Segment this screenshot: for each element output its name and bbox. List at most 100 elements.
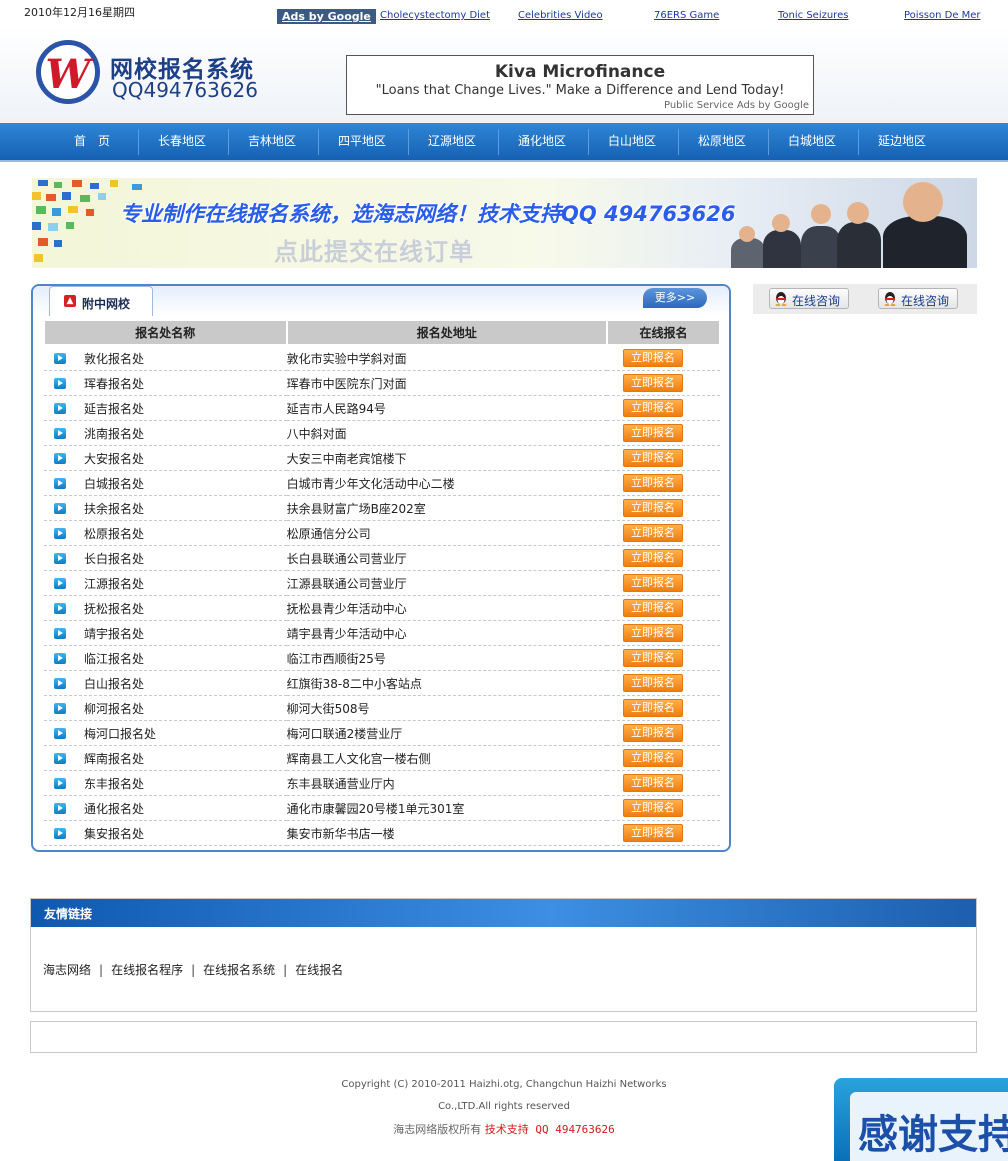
nav-item-songyuan[interactable]: 松原地区 [677,123,767,160]
floating-thanks-ad[interactable]: 感谢支持 [834,1078,1008,1161]
signup-button[interactable]: 立即报名 [622,649,683,667]
online-consult-button[interactable]: 在线咨询 [878,288,958,309]
nav-item-baishan[interactable]: 白山地区 [587,123,677,160]
friendly-links-header: 友情链接 [31,899,976,927]
signup-button[interactable]: 立即报名 [622,824,683,842]
floating-ad-inner: 感谢支持 [850,1092,1008,1161]
site-name: 东丰报名处 [84,776,145,791]
table-body: 敦化报名处 敦化市实验中学斜对面 立即报名 珲春报名处 珲春市中医院东门对面 立即报名 延吉… [44,345,720,846]
online-consult-label: 在线咨询 [792,294,841,308]
signup-button[interactable]: 立即报名 [622,599,683,617]
site-name-cell: 江源报名处 [44,570,287,596]
nav-item-baicheng[interactable]: 白城地区 [767,123,857,160]
signup-button[interactable]: 立即报名 [622,674,683,692]
nav-item-home[interactable]: 首 页 [47,123,137,160]
site-name-cell: 松原报名处 [44,520,287,546]
banner-order-link[interactable]: 点此提交在线订单 [274,232,474,267]
site-name-cell: 梅河口报名处 [44,720,287,746]
table-row: 长白报名处 长白县联通公司营业厅 立即报名 [44,545,720,571]
site-name-cell: 白山报名处 [44,670,287,696]
site-name-cell: 通化报名处 [44,795,287,821]
signup-cell: 立即报名 [606,445,720,471]
site-name-cell: 辉南报名处 [44,745,287,771]
signup-button[interactable]: 立即报名 [622,449,683,467]
friendly-link[interactable]: 海志网络 [43,963,91,977]
signup-cell: 立即报名 [606,695,720,721]
signup-button[interactable]: 立即报名 [622,399,683,417]
signup-button[interactable]: 立即报名 [622,574,683,592]
column-header-name: 报名处名称 [43,319,288,346]
play-arrow-icon [54,452,66,464]
site-address: 辉南县工人文化宫一楼右侧 [286,745,607,771]
ad-link[interactable]: Celebrities Video [518,10,603,21]
ad-link[interactable]: Poisson De Mer [904,10,981,21]
signup-button[interactable]: 立即报名 [622,549,683,567]
site-address: 大安三中南老宾馆楼下 [286,445,607,471]
nav-item-jilin[interactable]: 吉林地区 [227,123,317,160]
site-address: 江源县联通公司营业厅 [286,570,607,596]
play-arrow-icon [54,652,66,664]
tab-affiliated-school[interactable]: ▲ 附中网校 [49,286,153,316]
nav-item-liaoyuan[interactable]: 辽源地区 [407,123,497,160]
promo-banner[interactable]: 专业制作在线报名系统，选海志网络！技术支持QQ 494763626 点此提交在线… [32,178,977,268]
ad-link[interactable]: 76ERS Game [654,10,719,21]
play-arrow-icon [54,552,66,564]
signup-button[interactable]: 立即报名 [622,699,683,717]
signup-button[interactable]: 立即报名 [622,474,683,492]
site-name: 白城报名处 [84,476,145,491]
play-arrow-icon [54,727,66,739]
table-row: 通化报名处 通化市康馨园20号楼1单元301室 立即报名 [44,795,720,821]
signup-cell: 立即报名 [606,345,720,371]
signup-button[interactable]: 立即报名 [622,524,683,542]
nav-item-yanbian[interactable]: 延边地区 [857,123,947,160]
signup-button[interactable]: 立即报名 [622,424,683,442]
logo-icon[interactable]: W [36,40,100,104]
site-address: 珲春市中医院东门对面 [286,370,607,396]
site-name-cell: 洮南报名处 [44,420,287,446]
signup-button[interactable]: 立即报名 [622,749,683,767]
site-name-cell: 延吉报名处 [44,395,287,421]
nav-item-tonghua[interactable]: 通化地区 [497,123,587,160]
table-row: 白山报名处 红旗街38-8二中小客站点 立即报名 [44,670,720,696]
play-arrow-icon [54,827,66,839]
ad-link[interactable]: Cholecystectomy Diet [380,10,490,21]
signup-button[interactable]: 立即报名 [622,499,683,517]
friendly-link[interactable]: 在线报名 [295,963,343,977]
play-arrow-icon [54,402,66,414]
signup-button[interactable]: 立即报名 [622,799,683,817]
empty-content-box [30,1021,977,1053]
site-name: 通化报名处 [84,801,145,816]
signup-button[interactable]: 立即报名 [622,349,683,367]
signup-button[interactable]: 立即报名 [622,624,683,642]
ads-by-google-link[interactable]: Ads by Google [277,9,376,24]
public-service-ads-link[interactable]: Public Service Ads by Google [664,100,809,111]
site-name: 珲春报名处 [84,376,145,391]
more-button[interactable]: 更多>> [643,288,707,308]
site-name-cell: 长白报名处 [44,545,287,571]
play-arrow-icon [54,752,66,764]
ad-link[interactable]: Tonic Seizures [778,10,848,21]
registration-sites-table: 报名处名称 报名处地址 在线报名 敦化报名处 敦化市实验中学斜对面 立即报名 珲春报名… [43,319,722,846]
signup-button[interactable]: 立即报名 [622,724,683,742]
site-name-cell: 白城报名处 [44,470,287,496]
kiva-ad[interactable]: Kiva Microfinance "Loans that Change Liv… [346,55,814,115]
signup-cell: 立即报名 [606,595,720,621]
signup-cell: 立即报名 [606,745,720,771]
online-consult-button[interactable]: 在线咨询 [769,288,849,309]
friendly-link[interactable]: 在线报名系统 [203,963,275,977]
site-name-cell: 抚松报名处 [44,595,287,621]
nav-item-siping[interactable]: 四平地区 [317,123,407,160]
link-separator: | [99,963,104,977]
site-address: 临江市西顺街25号 [286,645,607,671]
table-row: 临江报名处 临江市西顺街25号 立即报名 [44,645,720,671]
site-address: 八中斜对面 [286,420,607,446]
friendly-links-box: 友情链接 海志网络 | 在线报名程序 | 在线报名系统 | 在线报名 [30,898,977,1012]
signup-cell: 立即报名 [606,545,720,571]
nav-item-changchun[interactable]: 长春地区 [137,123,227,160]
site-name: 柳河报名处 [84,701,145,716]
friendly-link[interactable]: 在线报名程序 [111,963,183,977]
signup-button[interactable]: 立即报名 [622,774,683,792]
site-name: 江源报名处 [84,576,145,591]
signup-button[interactable]: 立即报名 [622,374,683,392]
signup-cell: 立即报名 [606,520,720,546]
